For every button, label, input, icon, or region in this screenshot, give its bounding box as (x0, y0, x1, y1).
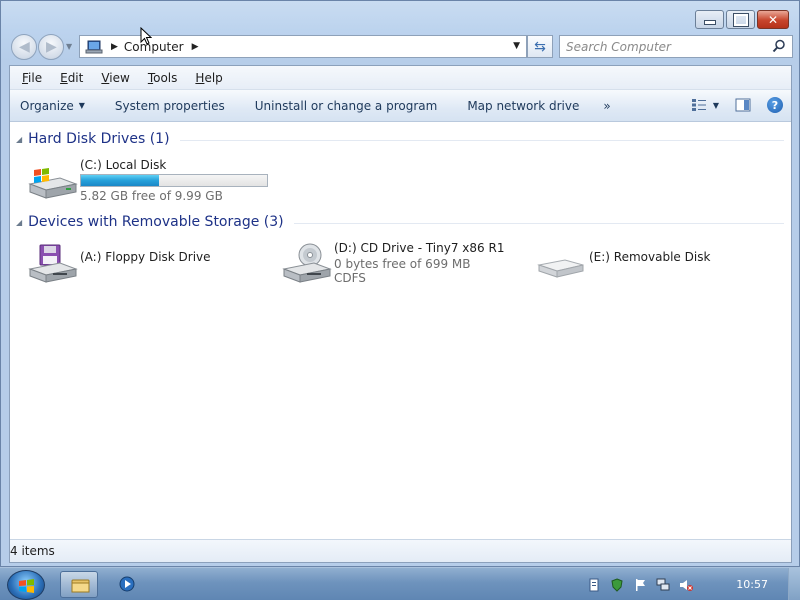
drive-details: (E:) Removable Disk (589, 241, 710, 264)
group-divider (293, 222, 784, 224)
collapse-chevron-icon[interactable]: ◢ (16, 135, 22, 144)
explorer-window: ✕ ◀ ▶ ▼ ▶ Computer ▶ ▼ ⇆ File (0, 0, 800, 567)
navigation-bar: ◀ ▶ ▼ ▶ Computer ▶ ▼ ⇆ (9, 34, 793, 60)
explorer-content: File Edit View Tools Help Organize ▼ Sys… (9, 65, 792, 563)
drive-item-c[interactable]: (C:) Local Disk 5.82 GB free of 9.99 GB (26, 158, 268, 203)
drive-free-space: 5.82 GB free of 9.99 GB (80, 189, 223, 203)
drive-details: (C:) Local Disk 5.82 GB free of 9.99 GB (80, 158, 268, 203)
system-clock[interactable]: 10:57 (736, 578, 768, 591)
forward-button[interactable]: ▶ (38, 34, 64, 60)
drive-free-space: 0 bytes free of 699 MB (334, 257, 471, 271)
disk-usage-bar (80, 174, 268, 187)
drive-details: (A:) Floppy Disk Drive (80, 241, 211, 264)
breadcrumb-chevron-icon[interactable]: ▶ (192, 42, 199, 52)
organize-label: Organize (20, 98, 74, 113)
item-count: 4 items (10, 544, 55, 558)
drive-file-system: CDFS (334, 271, 366, 285)
uninstall-program-button[interactable]: Uninstall or change a program (255, 99, 438, 113)
disk-usage-fill (81, 175, 159, 186)
more-commands-button[interactable]: » (603, 99, 610, 113)
back-arrow-icon: ◀ (19, 39, 30, 55)
menu-edit[interactable]: Edit (58, 70, 85, 86)
network-icon[interactable] (656, 578, 670, 592)
minimize-button[interactable] (695, 10, 724, 29)
drive-item-d[interactable]: (D:) CD Drive - Tiny7 x86 R1 0 bytes fre… (280, 241, 504, 285)
menu-file[interactable]: File (20, 70, 44, 86)
system-properties-button[interactable]: System properties (115, 99, 225, 113)
organize-button[interactable]: Organize ▼ (20, 99, 85, 113)
minimize-icon (696, 11, 723, 28)
cd-drive-icon (282, 243, 332, 283)
address-dropdown-icon[interactable]: ▼ (513, 41, 520, 51)
menu-bar: File Edit View Tools Help (10, 66, 791, 90)
drive-item-e[interactable]: (E:) Removable Disk (535, 241, 710, 285)
close-icon: ✕ (767, 12, 779, 27)
windows-logo-icon (19, 579, 34, 593)
taskbar: 10:57 (0, 567, 800, 600)
command-bar: Organize ▼ System properties Uninstall o… (10, 90, 791, 122)
map-network-drive-button[interactable]: Map network drive (467, 99, 579, 113)
show-desktop-button[interactable] (788, 568, 800, 600)
group-header-removable[interactable]: ◢ Devices with Removable Storage (3) (16, 214, 784, 230)
folder-icon (71, 579, 90, 593)
removable-disk-icon (537, 259, 584, 278)
group-header-hard-disks[interactable]: ◢ Hard Disk Drives (1) (16, 131, 784, 147)
drive-item-a[interactable]: (A:) Floppy Disk Drive (26, 241, 211, 285)
recent-pages-dropdown-icon[interactable]: ▼ (66, 42, 72, 51)
help-icon[interactable]: ? (767, 97, 783, 113)
floppy-drive-icon (28, 244, 78, 283)
status-bar: 4 items (10, 539, 791, 562)
forward-arrow-icon: ▶ (46, 39, 57, 55)
refresh-button[interactable]: ⇆ (527, 35, 553, 58)
menu-view[interactable]: View (99, 70, 131, 86)
volume-muted-icon[interactable] (679, 578, 693, 592)
taskbar-media-player-button[interactable] (108, 571, 146, 598)
taskbar-explorer-button[interactable] (60, 571, 98, 598)
group-divider (179, 139, 784, 141)
search-input[interactable] (566, 39, 766, 54)
start-button[interactable] (7, 570, 45, 600)
search-icon[interactable] (772, 39, 786, 53)
group-title: Devices with Removable Storage (3) (28, 214, 284, 230)
menu-tools[interactable]: Tools (146, 70, 180, 86)
drive-name: (C:) Local Disk (80, 158, 167, 172)
search-box[interactable] (559, 35, 793, 58)
collapse-chevron-icon[interactable]: ◢ (16, 218, 22, 227)
refresh-icon: ⇆ (534, 38, 546, 55)
group-title: Hard Disk Drives (1) (28, 131, 170, 147)
computer-icon (85, 40, 103, 53)
window-controls: ✕ (695, 10, 789, 29)
maximize-icon (727, 11, 754, 28)
drive-name: (A:) Floppy Disk Drive (80, 250, 211, 264)
menu-help[interactable]: Help (193, 70, 224, 86)
drive-name: (E:) Removable Disk (589, 250, 711, 264)
change-view-icon[interactable] (691, 98, 707, 112)
back-button[interactable]: ◀ (11, 34, 37, 60)
drive-details: (D:) CD Drive - Tiny7 x86 R1 0 bytes fre… (334, 241, 504, 285)
chevron-down-icon: ▼ (78, 101, 85, 110)
view-controls: ▼ ? (691, 97, 783, 113)
preview-pane-icon[interactable] (735, 98, 751, 112)
view-options-chevron-icon[interactable]: ▼ (713, 101, 719, 110)
drive-name: (D:) CD Drive - Tiny7 x86 R1 (334, 241, 505, 255)
maximize-button[interactable] (726, 10, 755, 29)
breadcrumb-computer[interactable]: Computer (124, 40, 184, 54)
windows-hard-disk-icon (28, 168, 78, 199)
media-player-icon (119, 576, 135, 592)
breadcrumb-chevron-icon[interactable]: ▶ (111, 42, 118, 52)
security-shield-icon[interactable] (610, 577, 624, 592)
mouse-cursor-icon (140, 27, 152, 45)
close-button[interactable]: ✕ (757, 10, 789, 29)
document-tray-icon[interactable] (587, 578, 601, 592)
action-center-flag-icon[interactable] (633, 578, 647, 592)
items-pane: ◢ Hard Disk Drives (1) (C:) Local Disk 5… (10, 123, 791, 539)
